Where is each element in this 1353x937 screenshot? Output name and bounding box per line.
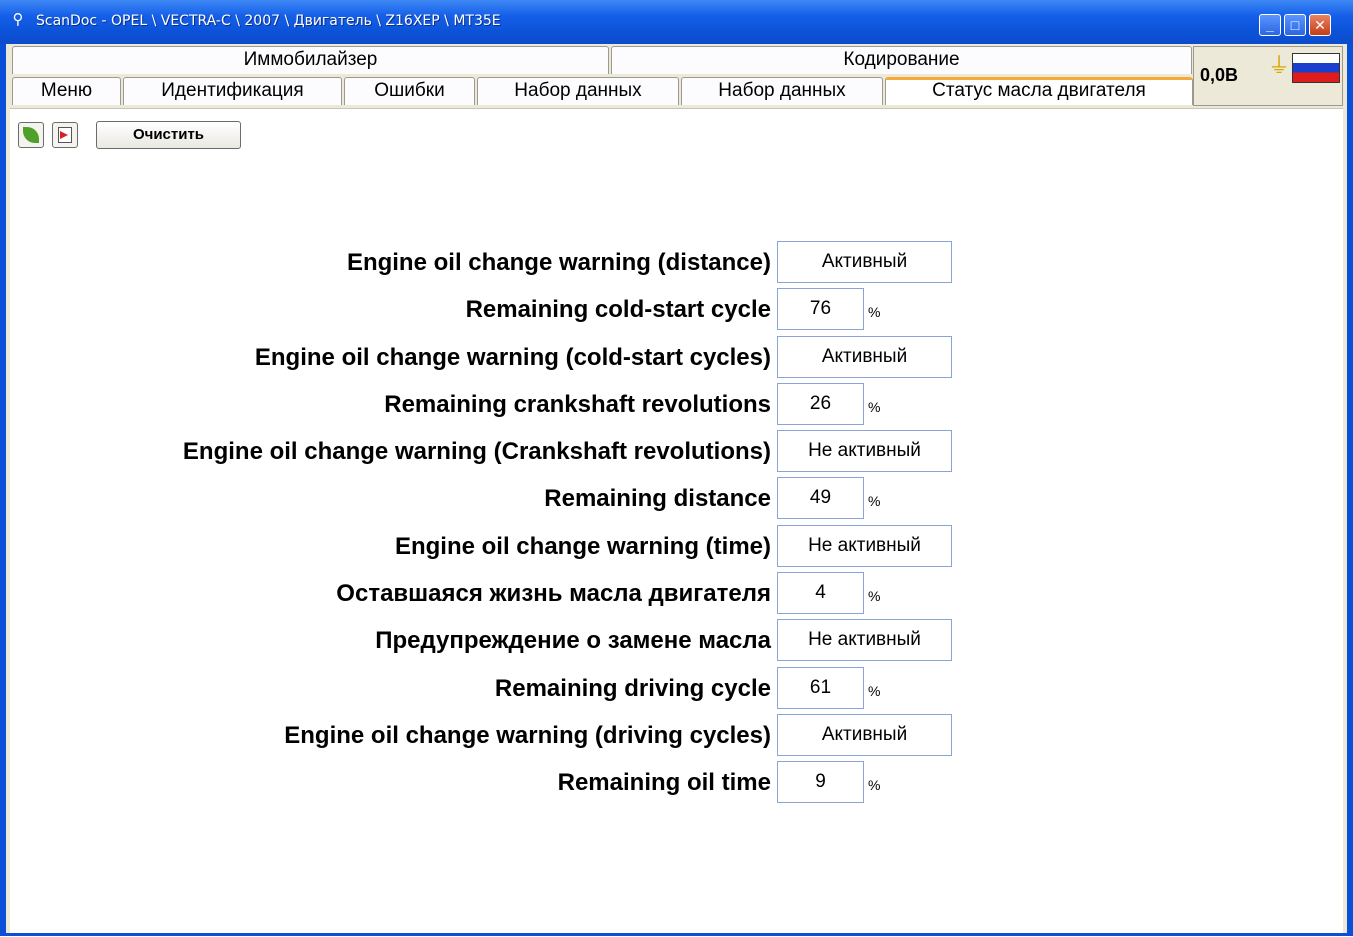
- app-window: ⚲ ScanDoc - OPEL \ VECTRA-C \ 2007 \ Дви…: [0, 0, 1353, 937]
- param-label: Engine oil change warning (time): [394, 533, 771, 560]
- tab-engine-oil-status[interactable]: Статус масла двигателя: [885, 77, 1193, 105]
- param-label: Оставшаяся жизнь масла двигателя: [336, 580, 771, 607]
- param-row: Engine oil change warning (driving cycle…: [10, 714, 1343, 756]
- param-label: Remaining crankshaft revolutions: [384, 391, 771, 418]
- param-unit: %: [868, 683, 881, 699]
- minimize-button[interactable]: _: [1259, 14, 1281, 36]
- param-label: Remaining oil time: [557, 769, 771, 796]
- param-row: Remaining cold-start cycle 76 %: [10, 288, 1343, 330]
- title-bar[interactable]: ⚲ ScanDoc - OPEL \ VECTRA-C \ 2007 \ Дви…: [0, 0, 1353, 44]
- leaf-icon: [23, 127, 39, 143]
- window-title: ScanDoc - OPEL \ VECTRA-C \ 2007 \ Двига…: [36, 13, 501, 29]
- tab-errors[interactable]: Ошибки: [344, 77, 475, 105]
- param-unit: %: [868, 399, 881, 415]
- plug-icon: ⏚: [1268, 53, 1291, 78]
- param-value: Не активный: [777, 430, 952, 472]
- clear-button[interactable]: Очистить: [96, 121, 241, 149]
- param-label: Engine oil change warning (cold-start cy…: [254, 344, 771, 371]
- minimize-icon: _: [1266, 17, 1274, 33]
- param-value: 9: [777, 761, 864, 803]
- param-row: Оставшаяся жизнь масла двигателя 4 %: [10, 572, 1343, 614]
- param-unit: %: [868, 493, 881, 509]
- param-label: Engine oil change warning (driving cycle…: [284, 722, 771, 749]
- close-icon: ✕: [1314, 17, 1326, 33]
- param-row: Предупреждение о замене масла Не активны…: [10, 619, 1343, 661]
- param-value: 76: [777, 288, 864, 330]
- param-label: Remaining driving cycle: [494, 675, 771, 702]
- status-panel: 0,0В ⏚: [1193, 46, 1343, 106]
- param-row: Engine oil change warning (cold-start cy…: [10, 336, 1343, 378]
- tab-menu[interactable]: Меню: [12, 77, 121, 105]
- param-row: Engine oil change warning (time) Не акти…: [10, 525, 1343, 567]
- tab-data-set-2[interactable]: Набор данных: [681, 77, 883, 105]
- export-icon: [58, 127, 72, 143]
- russian-flag-icon[interactable]: [1292, 53, 1340, 83]
- param-row: Remaining oil time 9 %: [10, 761, 1343, 803]
- param-value: 61: [777, 667, 864, 709]
- export-button[interactable]: [52, 122, 78, 148]
- leaf-button[interactable]: [18, 122, 44, 148]
- param-label: Engine oil change warning (distance): [346, 249, 771, 276]
- voltage-readout: 0,0В: [1200, 65, 1239, 85]
- app-icon: ⚲: [12, 11, 24, 28]
- tab-coding[interactable]: Кодирование: [611, 46, 1192, 74]
- close-button[interactable]: ✕: [1309, 14, 1331, 36]
- param-value: Активный: [777, 336, 952, 378]
- tab-identification[interactable]: Идентификация: [123, 77, 342, 105]
- param-label: Remaining cold-start cycle: [465, 296, 771, 323]
- param-value: Активный: [777, 714, 952, 756]
- param-row: Engine oil change warning (distance) Акт…: [10, 241, 1343, 283]
- param-value: Не активный: [777, 619, 952, 661]
- param-value: 49: [777, 477, 864, 519]
- main-content: Очистить Engine oil change warning (dist…: [10, 108, 1343, 937]
- param-unit: %: [868, 304, 881, 320]
- param-row: Remaining distance 49 %: [10, 477, 1343, 519]
- param-unit: %: [868, 588, 881, 604]
- param-unit: %: [868, 777, 881, 793]
- param-value: 26: [777, 383, 864, 425]
- param-row: Remaining crankshaft revolutions 26 %: [10, 383, 1343, 425]
- param-value: Не активный: [777, 525, 952, 567]
- maximize-button[interactable]: □: [1284, 14, 1306, 36]
- param-label: Предупреждение о замене масла: [375, 627, 771, 654]
- param-value: 4: [777, 572, 864, 614]
- param-row: Remaining driving cycle 61 %: [10, 667, 1343, 709]
- param-label: Engine oil change warning (Crankshaft re…: [182, 438, 771, 465]
- maximize-icon: □: [1290, 17, 1300, 33]
- param-label: Remaining distance: [544, 485, 771, 512]
- tab-data-set-1[interactable]: Набор данных: [477, 77, 679, 105]
- tab-immobilizer[interactable]: Иммобилайзер: [12, 46, 609, 74]
- param-value: Активный: [777, 241, 952, 283]
- param-row: Engine oil change warning (Crankshaft re…: [10, 430, 1343, 472]
